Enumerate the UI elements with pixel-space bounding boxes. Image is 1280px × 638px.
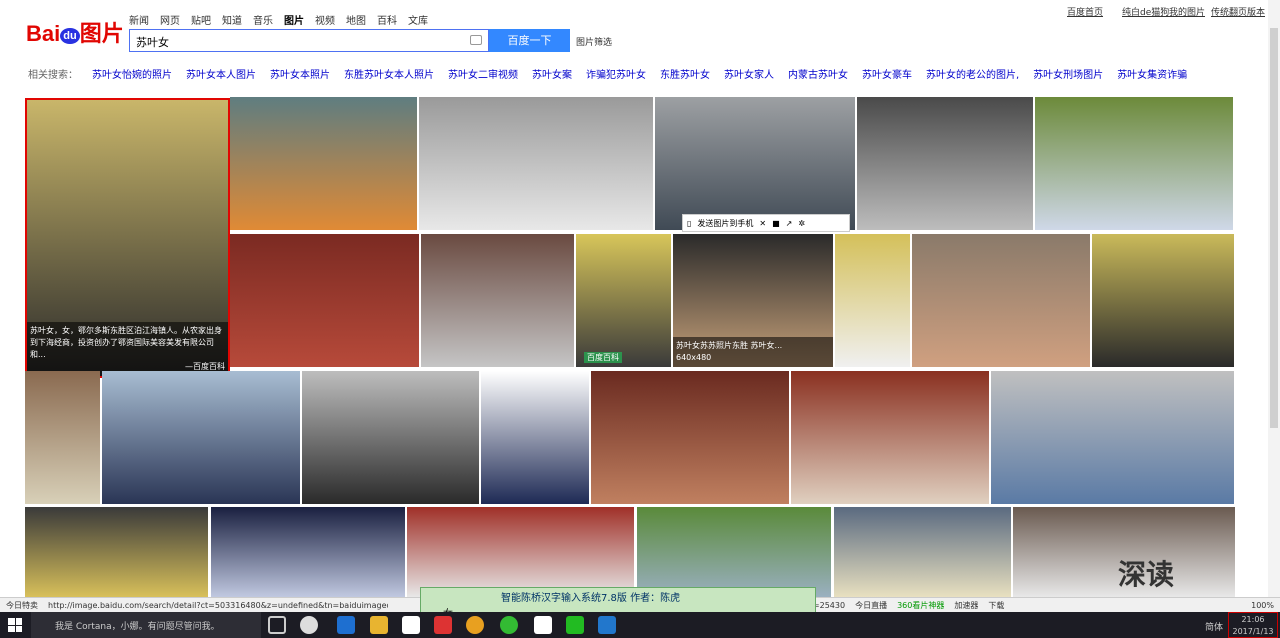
wechat-icon[interactable] [566, 616, 584, 634]
document-icon[interactable] [534, 616, 552, 634]
image-thumbnail[interactable] [230, 97, 417, 230]
download-button[interactable]: 下载 [988, 600, 1004, 611]
store-icon[interactable] [402, 616, 420, 634]
accelerator-button[interactable]: 加速器 [954, 600, 978, 611]
selected-image[interactable]: 苏叶女，女，鄂尔多斯东胜区泊江海镇人。从农家出身到下海经商，投资创办了鄂资国际美… [25, 98, 230, 378]
image-thumbnail[interactable] [211, 507, 405, 597]
scrollbar-thumb[interactable] [1270, 28, 1278, 428]
status-left[interactable]: 今日特卖 [6, 600, 38, 611]
image-thumbnail[interactable] [834, 507, 1011, 597]
clock-time: 21:06 [1241, 615, 1265, 624]
image-thumbnail[interactable] [25, 507, 208, 597]
image-thumbnail[interactable] [419, 97, 653, 230]
image-thumbnail[interactable] [421, 234, 574, 367]
image-thumbnail[interactable] [230, 234, 419, 367]
live-button[interactable]: 今日直播 [855, 600, 887, 611]
image-thumbnail[interactable]: 百度百科 [576, 234, 671, 367]
zoom-level[interactable]: 100% [1251, 601, 1274, 610]
baike-tag[interactable]: 百度百科 [584, 352, 622, 363]
image-caption: 苏叶女，女，鄂尔多斯东胜区泊江海镇人。从农家出身到下海经商，投资创办了鄂资国际美… [27, 322, 228, 376]
settings-icon[interactable]: ✲ [798, 219, 805, 228]
watermark: 深读 [1118, 558, 1175, 591]
cortana-search[interactable]: 我是 Cortana，小娜。有问题尽管问我。 [31, 612, 261, 638]
image-thumbnail[interactable] [1035, 97, 1233, 230]
taskbar: 我是 Cortana，小娜。有问题尽管问我。 简体 21:06 2017/1/13 [0, 612, 1280, 638]
media-icon[interactable] [434, 616, 452, 634]
language-indicator[interactable]: 简体 [1205, 620, 1223, 633]
ime-candidate-window[interactable]: 智能陈桥汉字输入系统7.8版 作者：陈虎 女 [420, 587, 816, 620]
image-thumbnail[interactable] [637, 507, 831, 597]
image-thumbnail[interactable]: 苏叶女苏苏照片东胜 苏叶女... 640x480 [673, 234, 833, 367]
thumb-caption-text: 苏叶女苏苏照片东胜 苏叶女... [676, 341, 783, 350]
image-thumbnail[interactable] [991, 371, 1234, 504]
image-thumbnail[interactable] [791, 371, 989, 504]
image-thumbnail[interactable] [481, 371, 589, 504]
share-icon[interactable]: ↗ [786, 219, 793, 228]
image-grid: 苏叶女，女，鄂尔多斯东胜区泊江海镇人。从农家出身到下海经商，投资创办了鄂资国际美… [0, 0, 1280, 600]
save-icon[interactable]: ■ [772, 219, 780, 228]
status-url: http://image.baidu.com/search/detail?ct=… [48, 600, 388, 610]
image-hover-toolbar[interactable]: ▯ 发送图片到手机 ✕ ■ ↗ ✲ [682, 214, 850, 232]
scrollbar[interactable] [1268, 0, 1280, 597]
task-view-icon[interactable] [268, 616, 286, 634]
image-thumbnail[interactable] [857, 97, 1033, 230]
360-browser-icon[interactable] [500, 616, 518, 634]
image-thumbnail[interactable] [835, 234, 910, 367]
video-button[interactable]: 360看片神器 [897, 600, 944, 611]
expand-icon[interactable]: ✕ [759, 219, 766, 228]
image-thumbnail[interactable] [407, 507, 634, 597]
image-thumbnail[interactable] [591, 371, 789, 504]
word-icon[interactable] [598, 616, 616, 634]
app-icon-1[interactable] [300, 616, 318, 634]
image-caption: 苏叶女苏苏照片东胜 苏叶女... 640x480 [673, 337, 833, 367]
image-thumbnail[interactable] [1092, 234, 1234, 367]
image-thumbnail[interactable] [25, 371, 100, 504]
image-thumbnail[interactable] [102, 371, 300, 504]
image-thumbnail[interactable] [912, 234, 1090, 367]
caption-text: 苏叶女，女，鄂尔多斯东胜区泊江海镇人。从农家出身到下海经商，投资创办了鄂资国际美… [30, 326, 222, 359]
browser-icon[interactable] [466, 616, 484, 634]
explorer-icon[interactable] [370, 616, 388, 634]
windows-start-icon[interactable] [8, 618, 22, 632]
image-thumbnail[interactable] [302, 371, 479, 504]
phone-icon: ▯ [687, 218, 692, 228]
ime-title: 智能陈桥汉字输入系统7.8版 作者：陈虎 [501, 593, 681, 604]
clock-date: 2017/1/13 [1232, 627, 1274, 636]
image-thumbnail[interactable] [655, 97, 855, 230]
image-size: 640x480 [676, 353, 712, 362]
send-to-phone[interactable]: 发送图片到手机 [697, 218, 753, 229]
clock[interactable]: 21:06 2017/1/13 [1228, 612, 1278, 638]
edge-icon[interactable] [337, 616, 355, 634]
